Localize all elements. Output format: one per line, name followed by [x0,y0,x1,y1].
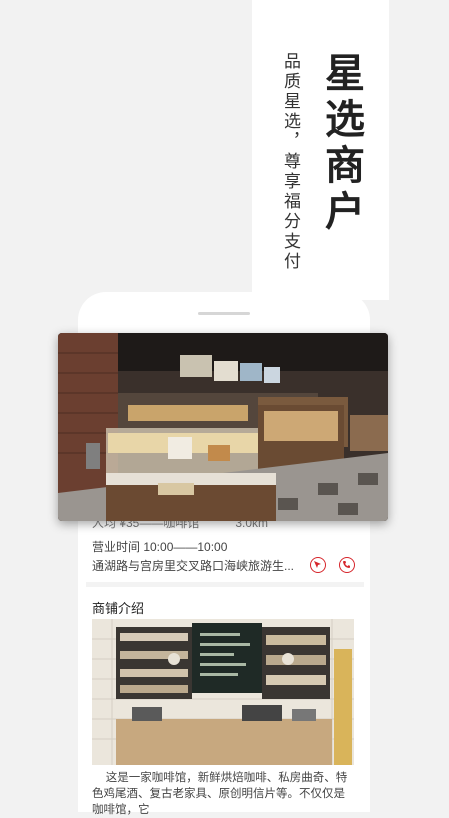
coffee-shop-illustration [92,619,354,765]
bakery-interior-illustration [58,333,388,521]
banner-subtitle: 品质星选，尊享福分支付 [281,52,300,272]
phone-speaker [198,312,250,315]
shop-address[interactable]: 通湖路与宫房里交叉路口海峡旅游生... [92,557,297,574]
navigate-icon [314,561,321,568]
section-divider [86,582,364,587]
shop-description: 这是一家咖啡馆，新鲜烘焙咖啡、私房曲奇、特色鸡尾酒、复古老家具、原创明信片等。不… [92,772,348,816]
shop-partial-info: 人均 ¥35——咖啡馆 3.0km [92,521,269,530]
shop-photo [92,619,354,765]
phone-icon [343,561,350,568]
section-title: 商铺介绍 [92,601,145,616]
call-button[interactable] [339,557,355,573]
shop-hours: 营业时间 10:00——10:00 [92,540,228,554]
banner-title: 星选商户 [319,52,363,236]
bakery-photo [58,333,388,521]
navigate-button[interactable] [310,557,326,573]
